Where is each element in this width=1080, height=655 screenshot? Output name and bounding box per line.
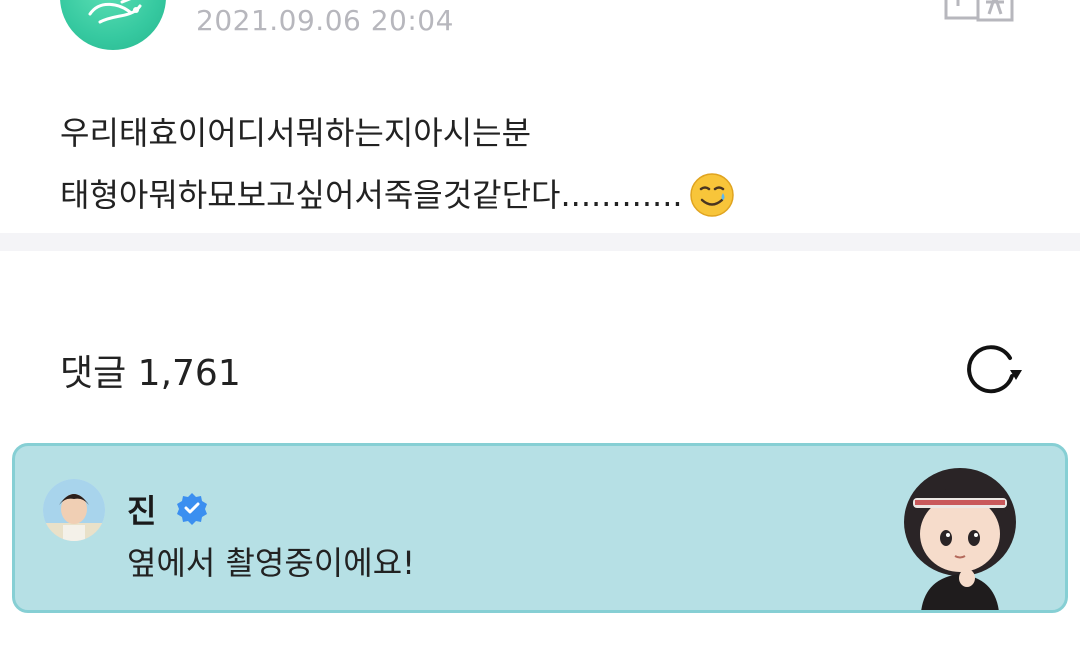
section-divider <box>0 233 1080 251</box>
comment-text: 옆에서 촬영중이에요! <box>127 544 415 582</box>
smiling-face-with-tear-icon <box>689 173 734 217</box>
verified-badge-icon <box>177 493 207 525</box>
commenter-name[interactable]: 진 <box>127 486 156 532</box>
post-header: 2021.09.06 20:04 <box>0 0 1080 80</box>
post-body: 우리태효이어디서뭐하는지아시는분 태형아뭐하묘보고싶어서죽을것같단다......… <box>60 102 735 226</box>
post-text: 태형아뭐하묘보고싶어서죽을것같단다............ <box>60 176 683 214</box>
logo-icon <box>88 0 142 24</box>
profile-photo-icon <box>43 479 105 541</box>
translate-icon[interactable] <box>940 0 1016 24</box>
refresh-icon[interactable] <box>960 340 1026 400</box>
pinned-comment-card[interactable]: 진 옆에서 촬영중이에요! <box>12 443 1068 613</box>
character-sticker <box>904 468 1016 610</box>
post-timestamp: 2021.09.06 20:04 <box>196 4 454 37</box>
post-line: 우리태효이어디서뭐하는지아시는분 <box>60 102 735 164</box>
commenter-avatar[interactable] <box>43 479 105 541</box>
post-text: 우리태효이어디서뭐하는지아시는분 <box>60 114 532 152</box>
author-avatar[interactable] <box>60 0 166 50</box>
comments-count: 댓글 1,761 <box>60 353 241 394</box>
post-line: 태형아뭐하묘보고싶어서죽을것같단다............ <box>60 164 735 226</box>
